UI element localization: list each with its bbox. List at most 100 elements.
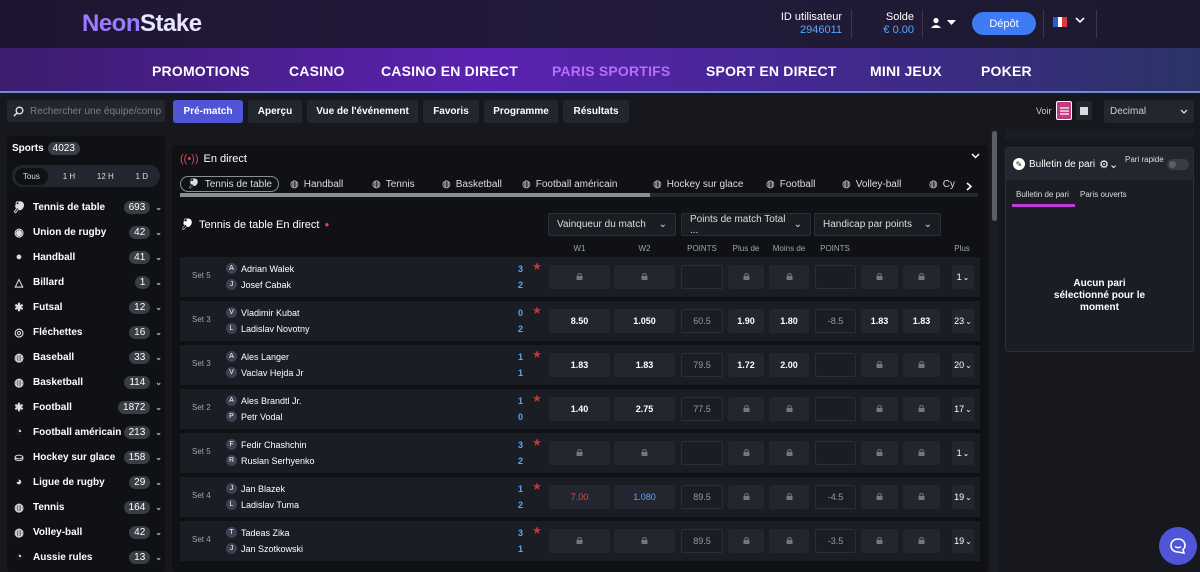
odds-cell-h1[interactable] [861, 529, 898, 553]
sidebar-sport-item[interactable]: ✱ Futsal 12 ⌄ [12, 297, 162, 317]
odds-cell-under[interactable] [769, 441, 809, 465]
sidebar-sport-item[interactable]: ◕ Ligue de rugby 29 ⌄ [12, 472, 162, 492]
odds-cell-over[interactable] [728, 397, 764, 421]
tab-results[interactable]: Résultats [563, 100, 629, 123]
odds-cell-pts[interactable]: 60.5 [681, 309, 723, 333]
chevron-down-icon[interactable]: ⌄ [155, 528, 162, 537]
sidebar-sport-item[interactable]: 🏓︎ Tennis de table 693 ⌄ [12, 197, 162, 217]
user-menu[interactable] [930, 15, 960, 31]
chevron-down-icon[interactable]: ⌄ [155, 503, 162, 512]
odds-cell-over[interactable] [728, 529, 764, 553]
odds-format-select[interactable]: Decimal [1104, 100, 1194, 123]
grid-view-icon[interactable] [1076, 101, 1092, 120]
odds-cell-h2[interactable] [903, 441, 940, 465]
odds-cell-h2[interactable]: 1.83 [903, 309, 940, 333]
collapse-chevron-icon[interactable] [971, 153, 980, 159]
chevron-down-icon[interactable]: ⌄ [155, 278, 162, 287]
odds-cell-w2[interactable]: 1.080 [614, 485, 675, 509]
more-markets-button[interactable]: 23 ⌄ [952, 309, 974, 333]
odds-cell-over[interactable] [728, 265, 764, 289]
event-row[interactable]: Set 3 V Vladimir Kubat L Ladislav Novotny … [180, 301, 980, 341]
odds-cell-h1[interactable] [861, 485, 898, 509]
tab-open-bets[interactable]: Paris ouverts [1080, 190, 1127, 199]
odds-cell-w1[interactable]: 1.83 [549, 353, 610, 377]
chevron-down-icon[interactable]: ⌄ [155, 228, 162, 237]
odds-cell-pts[interactable]: 89.5 [681, 529, 723, 553]
odds-cell-w1[interactable]: 1.40 [549, 397, 610, 421]
chevron-down-icon[interactable]: ⌄ [155, 203, 162, 212]
more-markets-button[interactable]: 19 ⌄ [952, 529, 974, 553]
event-row[interactable]: Set 5 F Fedir Chashchin R Ruslan Serhyenko… [180, 433, 980, 473]
market-select-total-points[interactable]: Points de match Total ... ⌄ [681, 213, 811, 236]
odds-cell-pts[interactable]: 79.5 [681, 353, 723, 377]
chevron-down-icon[interactable]: ⌄ [155, 328, 162, 337]
odds-cell-hpts[interactable]: -4.5 [815, 485, 856, 509]
odds-cell-w2[interactable] [614, 441, 675, 465]
tab-prematch[interactable]: Pré-match [173, 100, 243, 123]
time-filter-12h[interactable]: 12 H [87, 172, 123, 181]
favorite-star-icon[interactable]: ★ [532, 524, 542, 537]
odds-cell-h2[interactable] [903, 353, 940, 377]
favorite-star-icon[interactable]: ★ [532, 392, 542, 405]
sidebar-sport-item[interactable]: ● Handball 41 ⌄ [12, 247, 162, 267]
odds-cell-pts[interactable]: 77.5 [681, 397, 723, 421]
market-select-winner[interactable]: Vainqueur du match ⌄ [548, 213, 676, 236]
sidebar-sport-item[interactable]: ◔ Football américain 213 ⌄ [12, 422, 162, 442]
odds-cell-under[interactable] [769, 265, 809, 289]
time-filter-all[interactable]: Tous [15, 167, 48, 185]
nav-poker[interactable]: POKER [981, 63, 1032, 79]
odds-cell-hpts[interactable] [815, 441, 856, 465]
tab-betslip[interactable]: Bulletin de pari [1016, 190, 1069, 199]
odds-cell-w1[interactable] [549, 529, 610, 553]
odds-cell-h2[interactable] [903, 397, 940, 421]
odds-cell-h1[interactable]: 1.83 [861, 309, 898, 333]
odds-cell-under[interactable] [769, 485, 809, 509]
deposit-button[interactable]: Dépôt [972, 12, 1036, 35]
time-filter-1h[interactable]: 1 H [51, 172, 87, 181]
chevron-right-icon[interactable] [966, 182, 972, 191]
odds-cell-under[interactable] [769, 529, 809, 553]
more-markets-button[interactable]: 1 ⌄ [952, 265, 974, 289]
search-input[interactable]: Rechercher une équipe/comp [7, 100, 165, 122]
favorite-star-icon[interactable]: ★ [532, 260, 542, 273]
chevron-down-icon[interactable]: ⌄ [155, 253, 162, 262]
nav-sports-betting[interactable]: PARIS SPORTIFS [552, 63, 670, 79]
odds-cell-w1[interactable] [549, 441, 610, 465]
sidebar-sport-item[interactable]: ◉ Union de rugby 42 ⌄ [12, 222, 162, 242]
favorite-star-icon[interactable]: ★ [532, 348, 542, 361]
chevron-down-icon[interactable]: ⌄ [155, 428, 162, 437]
odds-cell-h2[interactable] [903, 529, 940, 553]
odds-cell-w1[interactable]: 7.00 [549, 485, 610, 509]
odds-cell-over[interactable] [728, 441, 764, 465]
event-row[interactable]: Set 5 A Adrian Walek J Josef Cabak 3 2 ★ 1 ⌄ [180, 257, 980, 297]
odds-cell-w2[interactable]: 2.75 [614, 397, 675, 421]
chevron-down-icon[interactable]: ⌄ [155, 303, 162, 312]
favorite-star-icon[interactable]: ★ [532, 304, 542, 317]
odds-cell-under[interactable] [769, 397, 809, 421]
more-markets-button[interactable]: 1 ⌄ [952, 441, 974, 465]
event-row[interactable]: Set 4 T Tadeas Zika J Jan Szotkowski 3 1 ★… [180, 521, 980, 561]
odds-cell-pts[interactable]: 89.5 [681, 485, 723, 509]
french-flag-icon[interactable] [1053, 17, 1068, 27]
sport-tab[interactable]: ◍ Football américain [522, 176, 617, 192]
odds-cell-under[interactable]: 1.80 [769, 309, 809, 333]
favorite-star-icon[interactable]: ★ [532, 480, 542, 493]
more-markets-button[interactable]: 20 ⌄ [952, 353, 974, 377]
chevron-down-icon[interactable]: ⌄ [155, 478, 162, 487]
odds-cell-h2[interactable] [903, 265, 940, 289]
odds-cell-h1[interactable] [861, 265, 898, 289]
chevron-down-icon[interactable]: ⌄ [155, 553, 162, 562]
more-markets-button[interactable]: 17 ⌄ [952, 397, 974, 421]
odds-cell-hpts[interactable]: -3.5 [815, 529, 856, 553]
more-markets-button[interactable]: 19 ⌄ [952, 485, 974, 509]
odds-cell-h2[interactable] [903, 485, 940, 509]
sport-tab[interactable]: ◍ Cy [929, 176, 955, 192]
nav-live-sport[interactable]: SPORT EN DIRECT [706, 63, 837, 79]
logo[interactable]: NeonStake [82, 10, 202, 38]
tabs-scrollbar[interactable] [180, 193, 978, 197]
odds-cell-pts[interactable] [681, 441, 723, 465]
sidebar-sport-item[interactable]: ◎ Fléchettes 16 ⌄ [12, 322, 162, 342]
odds-cell-over[interactable] [728, 485, 764, 509]
sidebar-sport-item[interactable]: ◍ Tennis 164 ⌄ [12, 497, 162, 517]
favorite-star-icon[interactable]: ★ [532, 436, 542, 449]
